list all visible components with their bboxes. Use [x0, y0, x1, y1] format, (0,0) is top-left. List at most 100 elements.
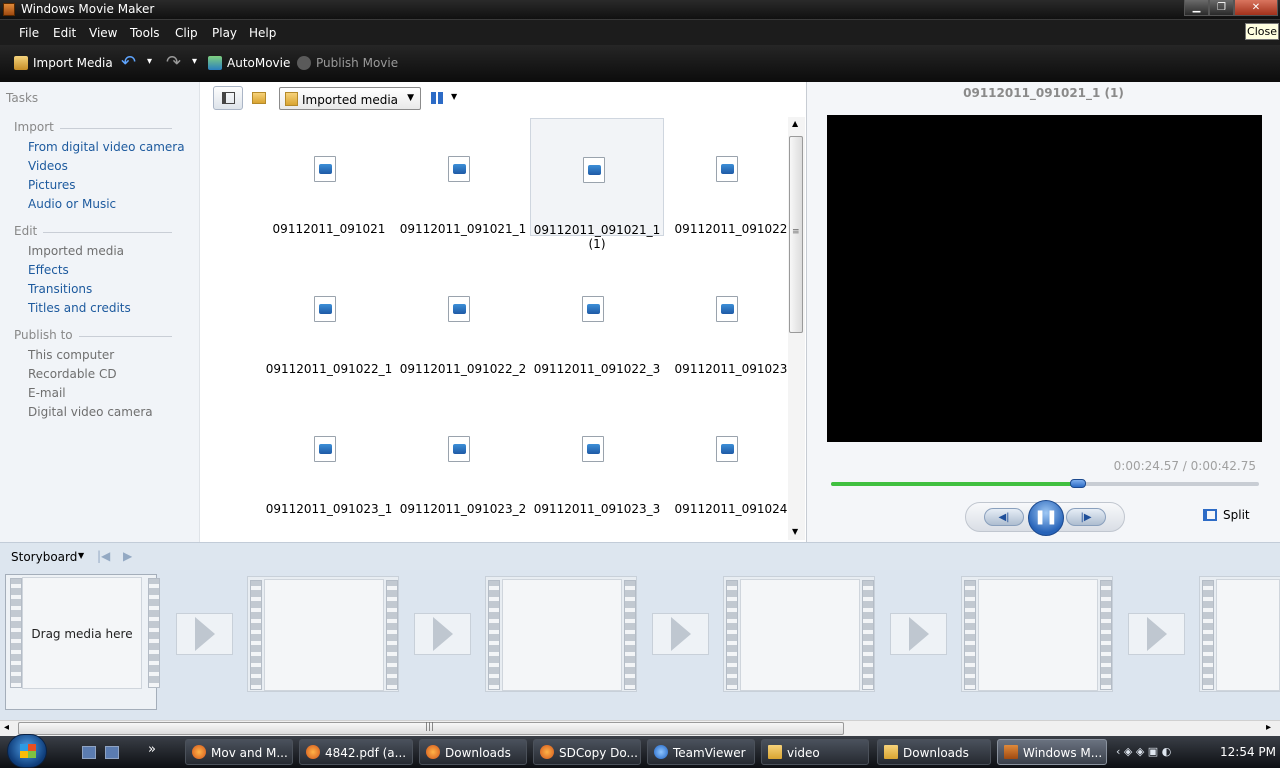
link-email[interactable]: E-mail: [28, 386, 66, 400]
taskbar-button[interactable]: Downloads: [419, 739, 527, 765]
tasks-toggle-button[interactable]: [213, 86, 243, 110]
media-item[interactable]: 09112011_091023_1: [262, 398, 396, 516]
pause-button[interactable]: ❚❚: [1028, 500, 1064, 536]
storyboard-slot[interactable]: [247, 576, 399, 692]
menu-edit[interactable]: Edit: [53, 26, 76, 40]
taskbar-button-active[interactable]: Windows M...: [997, 739, 1107, 765]
start-button[interactable]: [7, 734, 47, 768]
rewind-storyboard-icon[interactable]: |◀: [97, 549, 110, 563]
scroll-right-icon[interactable]: ▸: [1266, 722, 1271, 733]
close-tooltip: Close: [1245, 23, 1279, 40]
media-item[interactable]: 09112011_091022_3: [530, 258, 664, 376]
transition-slot[interactable]: [652, 613, 709, 655]
media-item[interactable]: 09112011_091023: [664, 258, 798, 376]
undo-icon[interactable]: ↶: [121, 52, 136, 73]
play-storyboard-icon[interactable]: ▶: [123, 549, 132, 563]
transition-arrow-icon: [433, 617, 453, 651]
storyboard-slot[interactable]: [1199, 576, 1280, 692]
redo-dropdown-icon[interactable]: ▾: [192, 56, 197, 67]
link-digital-video-camera[interactable]: Digital video camera: [28, 405, 153, 419]
automovie-button[interactable]: AutoMovie: [227, 56, 290, 70]
menu-view[interactable]: View: [89, 26, 117, 40]
undo-dropdown-icon[interactable]: ▾: [147, 56, 152, 67]
link-effects[interactable]: Effects: [28, 263, 69, 277]
scroll-left-icon[interactable]: ◂: [4, 722, 9, 733]
tray-icons[interactable]: ‹ ◈ ◈ ▣ ◐: [1116, 745, 1171, 758]
media-item[interactable]: 09112011_091021_1: [396, 118, 530, 236]
media-item[interactable]: 09112011_091021: [262, 118, 396, 236]
collections-button[interactable]: [245, 86, 275, 110]
transition-slot[interactable]: [414, 613, 471, 655]
maximize-button[interactable]: ❐: [1209, 0, 1234, 16]
next-frame-button[interactable]: |▶: [1066, 508, 1106, 526]
media-item[interactable]: 09112011_091022_2: [396, 258, 530, 376]
menu-tools[interactable]: Tools: [130, 26, 160, 40]
taskbar-button[interactable]: 4842.pdf (a...: [299, 739, 413, 765]
media-item[interactable]: 09112011_091022_1: [262, 258, 396, 376]
taskbar-button[interactable]: TeamViewer: [647, 739, 755, 765]
link-titles-credits[interactable]: Titles and credits: [28, 301, 131, 315]
content-scrollbar[interactable]: ▲ ≡ ▼: [788, 117, 805, 540]
menu-play[interactable]: Play: [212, 26, 237, 40]
menu-file[interactable]: File: [19, 26, 39, 40]
content-pane: Imported media ▼ ▼ 09112011_091021 091120…: [200, 82, 806, 542]
window-title: Windows Movie Maker: [21, 2, 155, 16]
storyboard-scrollbar[interactable]: ◂ ||| ▸: [0, 720, 1280, 736]
link-audio-music[interactable]: Audio or Music: [28, 197, 116, 211]
transition-slot[interactable]: [890, 613, 947, 655]
transition-slot[interactable]: [1128, 613, 1185, 655]
timecode: 0:00:24.57 / 0:00:42.75: [1113, 459, 1256, 473]
switch-windows-icon[interactable]: [105, 746, 119, 759]
menu-help[interactable]: Help: [249, 26, 276, 40]
menu-clip[interactable]: Clip: [175, 26, 198, 40]
seek-bar[interactable]: [831, 479, 1259, 488]
media-item[interactable]: 09112011_091023_3: [530, 398, 664, 516]
toolbar: Import Media ↶ ▾ ↷ ▾ AutoMovie Publish M…: [0, 45, 1280, 82]
link-imported-media[interactable]: Imported media: [28, 244, 124, 258]
publish-movie-button[interactable]: Publish Movie: [316, 56, 398, 70]
scroll-thumb[interactable]: ≡: [789, 136, 803, 333]
link-from-camera[interactable]: From digital video camera: [28, 140, 185, 154]
seek-knob[interactable]: [1069, 479, 1086, 488]
split-label: Split: [1223, 508, 1250, 522]
video-file-icon: [582, 296, 604, 322]
previous-frame-button[interactable]: ◀|: [984, 508, 1024, 526]
hscroll-thumb[interactable]: |||: [18, 722, 844, 735]
media-item[interactable]: 09112011_091024: [664, 398, 798, 516]
quicklaunch-more-icon[interactable]: »: [148, 742, 156, 757]
chevron-down-icon: ▼: [407, 93, 414, 103]
media-item[interactable]: 09112011_091022: [664, 118, 798, 236]
import-media-button[interactable]: Import Media: [33, 56, 113, 70]
storyboard-dropdown-icon[interactable]: ▼: [78, 551, 84, 560]
import-media-icon: [14, 56, 28, 70]
scroll-down-icon[interactable]: ▼: [792, 527, 798, 536]
link-pictures[interactable]: Pictures: [28, 178, 76, 192]
taskbar-button[interactable]: video: [761, 739, 869, 765]
storyboard-view-label[interactable]: Storyboard: [11, 550, 77, 564]
clock[interactable]: 12:54 PM: [1220, 745, 1276, 759]
taskbar-button[interactable]: Downloads: [877, 739, 991, 765]
scroll-up-icon[interactable]: ▲: [792, 119, 798, 128]
link-recordable-cd[interactable]: Recordable CD: [28, 367, 117, 381]
media-symbol-icon: [453, 444, 466, 454]
redo-icon[interactable]: ↷: [166, 52, 181, 73]
taskbar-button[interactable]: SDCopy Do...: [533, 739, 641, 765]
close-button[interactable]: ✕: [1234, 0, 1278, 16]
storyboard-slot[interactable]: Drag media here: [5, 574, 160, 710]
storyboard-slot[interactable]: [723, 576, 875, 692]
media-item[interactable]: 09112011_091021_1 (1): [530, 118, 664, 251]
collection-dropdown[interactable]: Imported media ▼: [279, 87, 421, 110]
title-bar: Windows Movie Maker ▁ ❐ ✕: [0, 0, 1280, 19]
show-desktop-icon[interactable]: [82, 746, 96, 759]
minimize-button[interactable]: ▁: [1184, 0, 1209, 16]
media-item[interactable]: 09112011_091023_2: [396, 398, 530, 516]
link-transitions[interactable]: Transitions: [28, 282, 92, 296]
link-videos[interactable]: Videos: [28, 159, 68, 173]
transition-slot[interactable]: [176, 613, 233, 655]
taskbar-button[interactable]: Mov and M...: [185, 739, 293, 765]
view-options-icon[interactable]: [431, 92, 445, 104]
link-this-computer[interactable]: This computer: [28, 348, 114, 362]
storyboard-slot[interactable]: [961, 576, 1113, 692]
storyboard-slot[interactable]: [485, 576, 637, 692]
view-options-dropdown-icon[interactable]: ▼: [451, 92, 457, 101]
